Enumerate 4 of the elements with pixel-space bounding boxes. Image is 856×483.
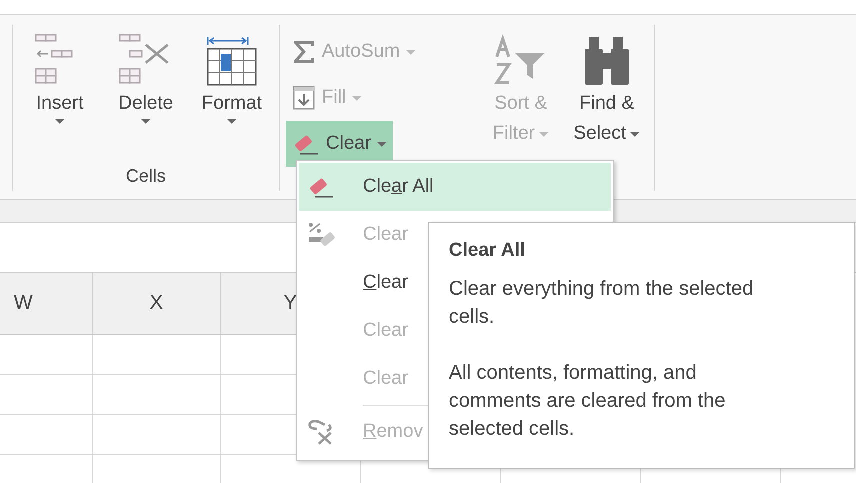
tooltip-text: All contents, formatting, and comments are cleared from the selected cells. xyxy=(449,361,727,442)
group-label: Cells xyxy=(126,166,166,186)
tooltip-title: Clear All xyxy=(449,239,526,263)
tooltip-text: Clear everything from the selected cells. xyxy=(449,277,755,330)
